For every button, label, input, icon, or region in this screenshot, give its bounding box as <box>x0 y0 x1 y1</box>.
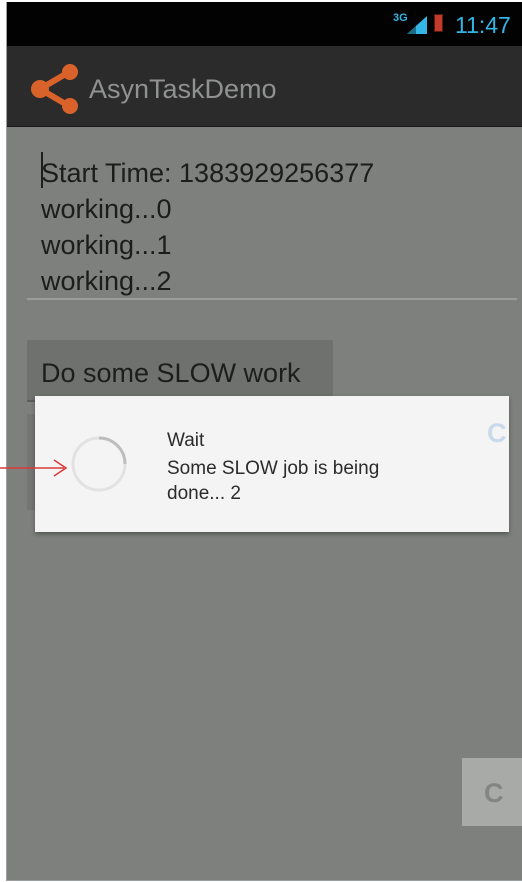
dialog-clipped-fragment: C <box>487 418 507 448</box>
phone-screen: 3G 11:47 AsynTaskDemo Start Time: 138392… <box>6 2 522 881</box>
action-bar: AsynTaskDemo <box>7 46 522 127</box>
dialog-title: Wait <box>167 430 205 451</box>
progress-dialog: Wait Some SLOW job is being done... 2 C <box>35 396 509 532</box>
arrow-icon <box>0 459 68 477</box>
spinner-icon <box>71 436 127 492</box>
signal-icon <box>407 16 427 34</box>
do-slow-work-button[interactable]: Do some SLOW work <box>27 340 333 402</box>
status-bar: 3G 11:47 <box>7 2 522 46</box>
background-fragment-text: C <box>484 778 504 808</box>
clock: 11:47 <box>455 12 511 38</box>
output-line-start-time: Start Time: 1383929256377 <box>41 158 375 188</box>
background-button-fragment: C <box>462 758 522 826</box>
battery-icon <box>434 14 443 32</box>
output-line-working-1: working...1 <box>41 230 172 260</box>
dialog-message: Some SLOW job is being done... 2 <box>167 458 380 504</box>
network-type-label: 3G <box>393 12 408 24</box>
app-title: AsynTaskDemo <box>89 74 277 104</box>
output-text-field[interactable]: Start Time: 1383929256377 working...0 wo… <box>27 148 517 300</box>
output-line-working-2: working...2 <box>41 266 172 296</box>
share-icon <box>31 64 78 114</box>
output-line-working-0: working...0 <box>41 194 172 224</box>
do-slow-work-button-label: Do some SLOW work <box>41 358 301 388</box>
